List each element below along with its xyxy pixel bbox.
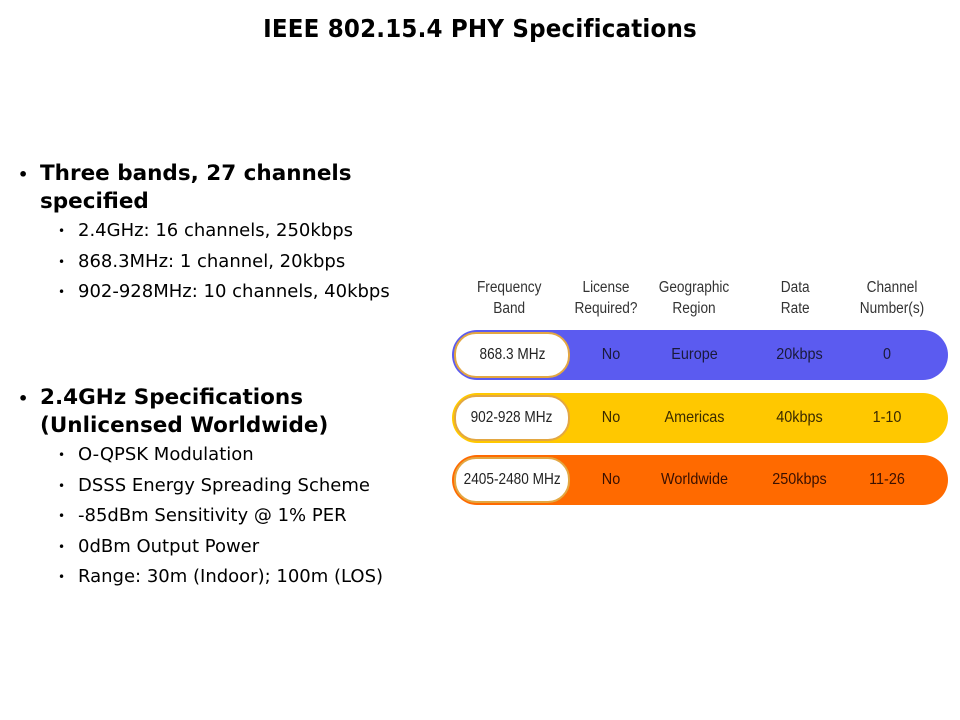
bullet-group-bands: • Three bands, 27 channels specified • 2.… [18, 160, 478, 308]
cell-region: Worldwide [661, 471, 728, 488]
header-channel-numbers: Channel Number(s) [859, 279, 925, 317]
bullet-item: • O-QPSK Modulation [58, 440, 478, 471]
bullet-dot-icon: • [58, 539, 66, 554]
cell-region: Americas [664, 409, 725, 426]
header-geographic-region: Geographic Region [658, 279, 730, 317]
heading-line: (Unlicensed Worldwide) [40, 413, 329, 438]
bullet-heading: • Three bands, 27 channels specified [18, 160, 478, 216]
table-row: 2405-2480 MHz No Worldwide 250kbps 11-26 [452, 455, 948, 505]
bullet-dot-icon: • [58, 478, 66, 493]
phy-band-table: Frequency Band License Required? Geographi… [452, 275, 948, 505]
cell-license: No [601, 409, 621, 426]
heading-line: Three bands, 27 channels [40, 161, 352, 186]
bullet-dot-icon: • [58, 254, 66, 269]
table-row: 868.3 MHz No Europe 20kbps 0 [452, 330, 948, 380]
bullet-item: • 2.4GHz: 16 channels, 250kbps [58, 216, 478, 247]
cell-data-rate: 250kbps [772, 471, 827, 488]
cell-frequency-band: 902-928 MHz [454, 395, 570, 441]
bullet-group-2-4ghz: • 2.4GHz Specifications (Unlicensed Worl… [18, 384, 478, 593]
bullet-item: • 868.3MHz: 1 channel, 20kbps [58, 247, 478, 278]
cell-data-rate: 20kbps [776, 346, 823, 363]
cell-channels: 0 [882, 346, 892, 363]
bullet-dot-icon: • [58, 570, 66, 584]
cell-channels: 1-10 [872, 409, 902, 426]
bullet-item: • -85dBm Sensitivity @ 1% PER [58, 501, 478, 532]
cell-license: No [601, 471, 621, 488]
bullet-dot-icon: • [18, 165, 29, 184]
header-frequency-band: Frequency Band [476, 279, 542, 317]
bullet-heading: • 2.4GHz Specifications (Unlicensed Worl… [18, 384, 478, 440]
table-row: 902-928 MHz No Americas 40kbps 1-10 [452, 393, 948, 443]
cell-data-rate: 40kbps [776, 409, 823, 426]
bullet-dot-icon: • [58, 285, 66, 299]
cell-region: Europe [671, 346, 718, 363]
slide-title: IEEE 802.15.4 PHY Specifications [263, 14, 697, 43]
bullet-item: • DSSS Energy Spreading Scheme [58, 471, 478, 502]
cell-channels: 11-26 [869, 471, 905, 488]
bullet-dot-icon: • [58, 509, 66, 523]
bullet-dot-icon: • [58, 224, 66, 238]
cell-license: No [601, 346, 621, 363]
bullet-item: • Range: 30m (Indoor); 100m (LOS) [58, 562, 478, 593]
header-license-required: License Required? [574, 279, 638, 317]
heading-line: 2.4GHz Specifications [40, 385, 304, 410]
heading-line: specified [40, 189, 149, 214]
bullet-dot-icon: • [58, 448, 66, 462]
cell-frequency-band: 2405-2480 MHz [454, 457, 570, 503]
table-header: Frequency Band License Required? Geographi… [452, 275, 947, 325]
bullet-dot-icon: • [18, 389, 29, 408]
header-data-rate: Data Rate [780, 279, 810, 317]
bullet-item: • 0dBm Output Power [58, 532, 478, 563]
bullet-item: • 902-928MHz: 10 channels, 40kbps [58, 277, 478, 308]
cell-frequency-band: 868.3 MHz [454, 332, 570, 378]
